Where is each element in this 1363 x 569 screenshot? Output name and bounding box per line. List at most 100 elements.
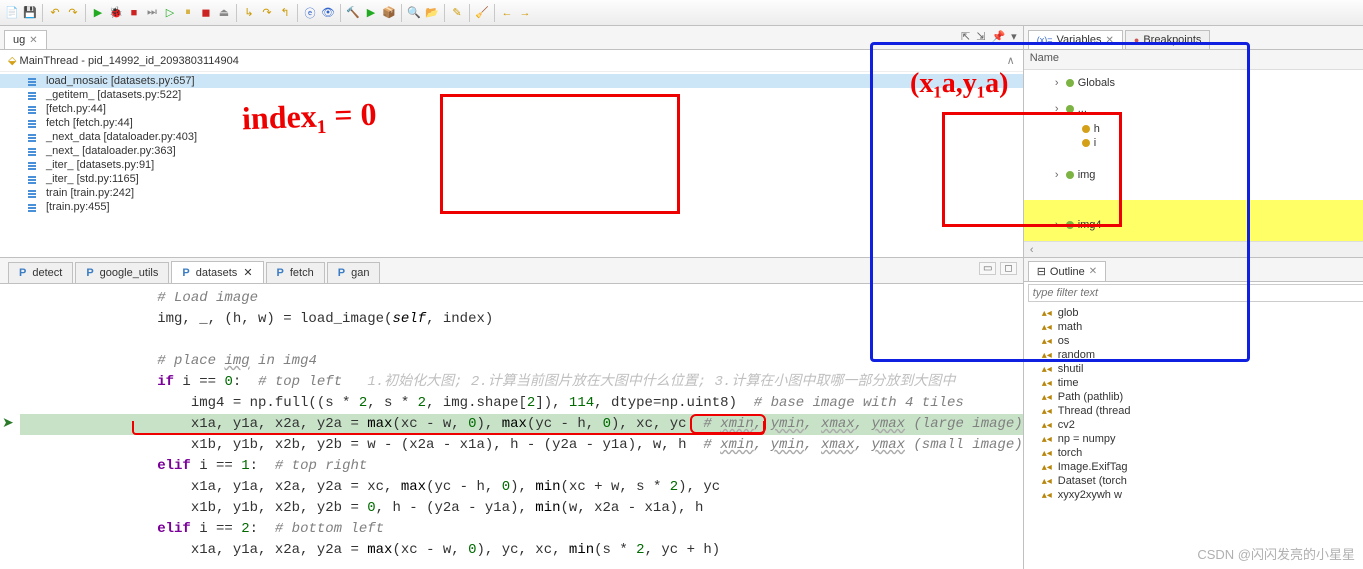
stack-frame[interactable]: _getitem_ [datasets.py:522] xyxy=(0,88,1023,102)
stack-frame[interactable]: _next_data [dataloader.py:403] xyxy=(0,130,1023,144)
twistie-icon[interactable]: › xyxy=(1052,219,1062,231)
toolbar-stop-icon[interactable]: ■ xyxy=(126,5,142,21)
stack-frame[interactable]: [fetch.py:44] xyxy=(0,102,1023,116)
tab-breakpoints[interactable]: ●Breakpoints xyxy=(1125,30,1211,49)
tab-variables[interactable]: (x)=Variables✕ xyxy=(1028,30,1123,49)
thread-collapse-icon[interactable]: ∧ xyxy=(1007,54,1015,67)
editor-maximize-icon[interactable]: ◻ xyxy=(1000,262,1016,275)
code-line[interactable]: if i == 0: # top left 1.初始化大图; 2.计算当前图片放… xyxy=(20,372,1023,393)
twistie-icon[interactable]: › xyxy=(1052,103,1062,115)
code-line[interactable]: elif i == 1: # top right xyxy=(20,456,1023,477)
toolbar-skip-icon[interactable]: ⏭ xyxy=(144,5,160,21)
code-line[interactable]: img, _, (h, w) = load_image(self, index) xyxy=(20,309,1023,330)
stack-frame[interactable]: train [train.py:242] xyxy=(0,186,1023,200)
editor-tab[interactable]: Pgoogle_utils xyxy=(75,262,169,283)
tab-close-icon[interactable]: ✕ xyxy=(1106,35,1114,46)
stack-frame[interactable]: fetch [fetch.py:44] xyxy=(0,116,1023,130)
toolbar-ext-run-icon[interactable]: ▶ xyxy=(363,5,379,21)
stack-frame[interactable]: _iter_ [std.py:1165] xyxy=(0,172,1023,186)
vars-scrollbar-h[interactable]: ‹ › xyxy=(1024,241,1363,257)
stack-frame[interactable]: load_mosaic [datasets.py:657] xyxy=(0,74,1023,88)
outline-item[interactable]: ▴◂glob xyxy=(1024,306,1363,320)
scroll-left-icon[interactable]: ‹ xyxy=(1024,244,1040,256)
editor-tab[interactable]: Pdatasets✕ xyxy=(171,261,263,283)
toolbar-step-over-icon[interactable]: ↷ xyxy=(259,5,275,21)
toolbar-mark-icon[interactable]: ✎ xyxy=(449,5,465,21)
toolbar-watch-icon[interactable]: 👁 xyxy=(320,5,336,21)
toolbar-save-icon[interactable]: 💾 xyxy=(22,5,38,21)
variable-row[interactable]: ›...: (1363, 200 xyxy=(1024,96,1363,122)
outline-item[interactable]: ▴◂Path (pathlib) xyxy=(1024,390,1363,404)
twistie-icon[interactable]: › xyxy=(1052,169,1062,181)
toolbar-expression-icon[interactable]: ⓔ xyxy=(302,5,318,21)
toolbar-step-into-icon[interactable]: ↳ xyxy=(241,5,257,21)
code-line[interactable] xyxy=(20,330,1023,351)
editor-minimize-icon[interactable]: ▭ xyxy=(979,262,996,275)
outline-item[interactable]: ▴◂torch xyxy=(1024,446,1363,460)
outline-item[interactable]: ▴◂Dataset (torch xyxy=(1024,474,1363,488)
stack-frame[interactable]: _iter_ [datasets.py:91] xyxy=(0,158,1023,172)
toolbar-build-icon[interactable]: 🔨 xyxy=(345,5,361,21)
toolbar-nav-fwd-icon[interactable]: → xyxy=(517,5,533,21)
toolbar-terminate-icon[interactable]: ◼ xyxy=(198,5,214,21)
outline-item[interactable]: ▴◂xyxy2xywh w xyxy=(1024,488,1363,502)
tab-outline[interactable]: ⊟ Outline ✕ xyxy=(1028,261,1106,281)
code-line[interactable]: x1a, y1a, x2a, y2a = max(xc - w, 0), max… xyxy=(20,414,1023,435)
variable-row[interactable]: iint: 0 xyxy=(1024,136,1363,150)
thread-icon: ⬙ xyxy=(8,55,16,67)
toolbar-open-icon[interactable]: 📂 xyxy=(424,5,440,21)
toolbar-disconnect-icon[interactable]: ⏏ xyxy=(216,5,232,21)
debug-tool-expand-icon[interactable]: ⇲ xyxy=(976,30,985,43)
toolbar-pause-icon[interactable]: ⏸ xyxy=(180,5,196,21)
toolbar-nav-back-icon[interactable]: ← xyxy=(499,5,515,21)
thread-row[interactable]: ⬙ MainThread - pid_14992_id_209380311490… xyxy=(0,50,1023,72)
tab-debug-close-icon[interactable]: ✕ xyxy=(29,35,37,46)
code-editor[interactable]: # Load image img, _, (h, w) = load_image… xyxy=(0,284,1023,569)
outline-item[interactable]: ▴◂Thread (thread xyxy=(1024,404,1363,418)
debug-tool-collapse-icon[interactable]: ⇱ xyxy=(961,30,970,43)
toolbar-redo-icon[interactable]: ↷ xyxy=(65,5,81,21)
toolbar-run-icon[interactable]: ▶ xyxy=(90,5,106,21)
stack-frame[interactable]: [train.py:455] xyxy=(0,200,1023,214)
toolbar-search-icon[interactable]: 🔍 xyxy=(406,5,422,21)
toolbar-ext2-icon[interactable]: 📦 xyxy=(381,5,397,21)
code-line[interactable]: x1b, y1b, x2b, y2b = w - (x2a - x1a), h … xyxy=(20,435,1023,456)
outline-item[interactable]: ▴◂random xyxy=(1024,348,1363,362)
outline-close-icon[interactable]: ✕ xyxy=(1089,266,1097,277)
editor-tab[interactable]: Pfetch xyxy=(266,262,325,283)
outline-filter-input[interactable] xyxy=(1028,284,1363,302)
toolbar-step-return-icon[interactable]: ↰ xyxy=(277,5,293,21)
code-line[interactable]: # Load image xyxy=(20,288,1023,309)
toolbar-clean-icon[interactable]: 🧹 xyxy=(474,5,490,21)
code-line[interactable]: img4 = np.full((s * 2, s * 2, img.shape[… xyxy=(20,393,1023,414)
variable-row[interactable]: hint: 496 xyxy=(1024,122,1363,136)
outline-item[interactable]: ▴◂math xyxy=(1024,320,1363,334)
outline-item[interactable]: ▴◂cv2 xyxy=(1024,418,1363,432)
outline-item[interactable]: ▴◂Image.ExifTag xyxy=(1024,460,1363,474)
stack-frame[interactable]: _next_ [dataloader.py:363] xyxy=(0,144,1023,158)
twistie-icon[interactable]: › xyxy=(1052,77,1062,89)
outline-item[interactable]: ▴◂os xyxy=(1024,334,1363,348)
variable-row[interactable]: ›img4ndarray: [[[114 114 114]\n xyxy=(1024,200,1363,241)
editor-tab-close-icon[interactable]: ✕ xyxy=(243,266,252,279)
outline-item[interactable]: ▴◂np = numpy xyxy=(1024,432,1363,446)
editor-tab[interactable]: Pdetect xyxy=(8,262,73,283)
code-line[interactable]: x1a, y1a, x2a, y2a = max(xc - w, 0), yc,… xyxy=(20,540,1023,561)
code-line[interactable]: elif i == 2: # bottom left xyxy=(20,519,1023,540)
toolbar-undo-icon[interactable]: ↶ xyxy=(47,5,63,21)
vars-col-name[interactable]: Name xyxy=(1024,50,1363,69)
code-line[interactable]: x1a, y1a, x2a, y2a = xc, max(yc - h, 0),… xyxy=(20,477,1023,498)
editor-tab[interactable]: Pgan xyxy=(327,262,381,283)
code-line[interactable]: # place img in img4 xyxy=(20,351,1023,372)
tab-debug[interactable]: ug ✕ xyxy=(4,30,47,49)
outline-item[interactable]: ▴◂time xyxy=(1024,376,1363,390)
debug-tool-menu-icon[interactable]: ▾ xyxy=(1011,30,1017,43)
toolbar-new-icon[interactable]: 📄 xyxy=(4,5,20,21)
variable-row[interactable]: ›imgndarray: [[[216 217 239]\n xyxy=(1024,150,1363,200)
toolbar-resume-icon[interactable]: ▷ xyxy=(162,5,178,21)
variable-row[interactable]: ›GlobalsGlobal variables xyxy=(1024,70,1363,96)
code-line[interactable]: x1b, y1b, x2b, y2b = 0, h - (y2a - y1a),… xyxy=(20,498,1023,519)
outline-item[interactable]: ▴◂shutil xyxy=(1024,362,1363,376)
debug-tool-pin-icon[interactable]: 📌 xyxy=(991,30,1005,43)
toolbar-debug-icon[interactable]: 🐞 xyxy=(108,5,124,21)
